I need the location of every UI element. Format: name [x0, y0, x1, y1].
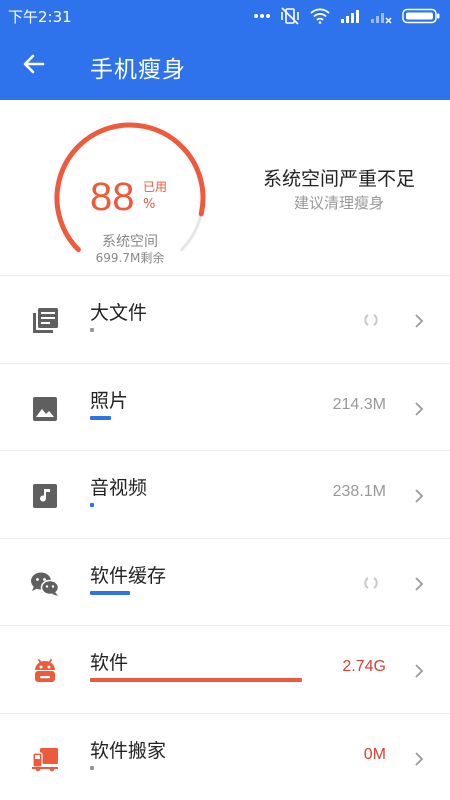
chevron-right-icon — [414, 488, 424, 507]
vibrate-off-icon — [280, 7, 300, 25]
list-item-photos[interactable]: 照片 214.3M — [0, 362, 450, 451]
signal-icon — [340, 8, 360, 24]
list-item-media[interactable]: 音视频 238.1M — [0, 450, 450, 538]
warning-subtitle: 建议清理瘦身 — [293, 194, 384, 212]
android-icon — [30, 656, 60, 686]
chevron-right-icon — [414, 576, 424, 595]
status-bar: 下午2:31 — [0, 0, 450, 32]
loading-spinner-icon — [362, 312, 380, 331]
used-label: 已用 — [143, 180, 168, 194]
list-item-value: 214.3M — [332, 395, 386, 413]
usage-bar-track — [90, 328, 302, 332]
usage-bar-track — [90, 590, 302, 595]
wechat-icon — [30, 569, 60, 599]
list-item-label: 照片 — [90, 389, 129, 412]
chevron-right-icon — [414, 401, 424, 420]
signal-x-icon — [370, 8, 392, 24]
list-item-label: 软件 — [90, 652, 129, 674]
wifi-icon — [310, 8, 330, 24]
percent-unit: % — [143, 197, 156, 212]
warning-title: 系统空间严重不足 — [262, 168, 415, 190]
moving-truck-icon — [30, 744, 60, 774]
list-item-label: 音视频 — [90, 477, 148, 499]
list-item-value: 0M — [363, 745, 386, 763]
chevron-right-icon — [414, 751, 424, 770]
music-note-icon — [30, 481, 60, 511]
image-icon — [30, 394, 60, 424]
app-bar: 下午2:31 手机瘦身 — [0, 0, 450, 100]
list-item-value: 238.1M — [332, 483, 386, 500]
usage-bar — [90, 678, 302, 682]
list-item-app-move[interactable]: 软件搬家 0M — [0, 712, 450, 800]
back-button[interactable] — [14, 46, 54, 86]
list-item-label: 软件搬家 — [90, 739, 167, 762]
storage-summary: 88 已用 % 系统空间 699.7M剩余 系统空间严重不足 建议清理瘦身 — [0, 100, 450, 275]
status-time: 下午2:31 — [8, 8, 72, 26]
list-item-apps[interactable]: 软件 2.74G — [0, 625, 450, 713]
list-item-app-cache[interactable]: 软件缓存 — [0, 537, 450, 626]
status-icons — [254, 7, 440, 25]
loading-spinner-icon — [362, 575, 380, 594]
usage-bar — [90, 328, 95, 332]
page-title: 手机瘦身 — [90, 57, 186, 83]
battery-icon — [402, 8, 440, 24]
more-dots-icon — [254, 13, 270, 19]
used-percent: 88 — [90, 175, 135, 219]
usage-bar — [90, 590, 131, 595]
usage-bar — [90, 415, 112, 420]
usage-bar — [90, 765, 95, 770]
list-item-label: 大文件 — [90, 302, 148, 324]
list-item-large-files[interactable]: 大文件 — [0, 275, 450, 363]
chevron-right-icon — [414, 313, 424, 332]
list-item-label: 软件缓存 — [90, 564, 167, 587]
storage-remaining: 699.7M剩余 — [95, 251, 165, 265]
category-list: 大文件 照片 214.3M 音视频 238.1M 软件缓存 软件 2.74G 软… — [0, 275, 450, 800]
usage-bar-track — [90, 765, 302, 770]
usage-bar-track — [90, 678, 302, 682]
document-stack-icon — [30, 306, 60, 336]
arrow-left-icon — [22, 52, 46, 80]
chevron-right-icon — [414, 663, 424, 682]
usage-bar-track — [90, 503, 302, 507]
toolbar: 手机瘦身 — [0, 32, 450, 100]
usage-bar — [90, 503, 95, 507]
list-item-value: 2.74G — [342, 658, 386, 675]
usage-bar-track — [90, 415, 302, 420]
storage-label: 系统空间 — [102, 234, 158, 250]
